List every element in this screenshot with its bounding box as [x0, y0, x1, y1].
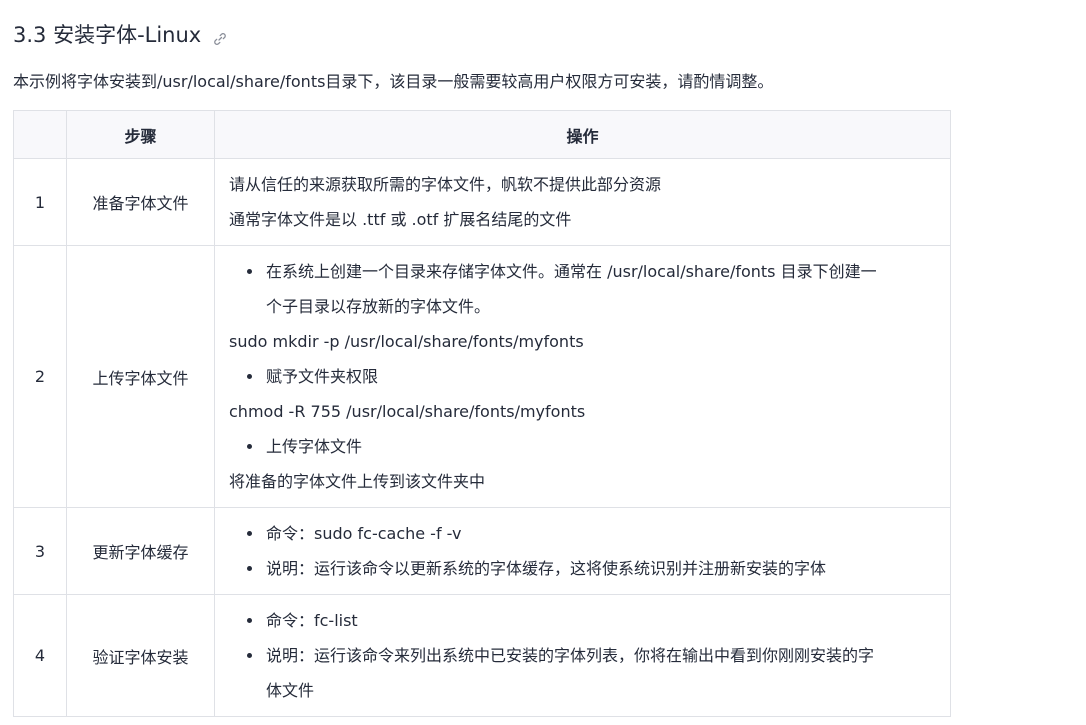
operation-cell: 命令：sudo fc-cache -f -v 说明：运行该命令以更新系统的字体缓…	[214, 507, 951, 595]
bullet-item: 命令：fc-list	[229, 603, 938, 638]
bullet-item: 上传字体文件	[229, 429, 938, 464]
bullet-text-continued: 个子目录以存放新的字体文件。	[266, 297, 491, 316]
table-row: 4 验证字体安装 命令：fc-list 说明：运行该命令来列出系统中已安装的字体…	[13, 594, 951, 717]
steps-table: 步骤 操作 1 准备字体文件 请从信任的来源获取所需的字体文件，帆软不提供此部分…	[13, 110, 951, 717]
operation-cell: 在系统上创建一个目录来存储字体文件。通常在 /usr/local/share/f…	[214, 245, 951, 508]
header-index	[13, 110, 67, 159]
operation-text: 通常字体文件是以 .ttf 或 .otf 扩展名结尾的文件	[229, 210, 572, 229]
operation-cell: 命令：fc-list 说明：运行该命令来列出系统中已安装的字体列表，你将在输出中…	[214, 594, 951, 717]
command-text: chmod -R 755 /usr/local/share/fonts/myfo…	[229, 402, 586, 421]
bullet-item: 说明：运行该命令以更新系统的字体缓存，这将使系统识别并注册新安装的字体	[229, 551, 938, 586]
row-number: 4	[13, 594, 67, 717]
bullet-item: 赋予文件夹权限	[229, 359, 938, 394]
table-row: 1 准备字体文件 请从信任的来源获取所需的字体文件，帆软不提供此部分资源 通常字…	[13, 158, 951, 246]
operation-text: 请从信任的来源获取所需的字体文件，帆软不提供此部分资源	[229, 175, 662, 194]
bullet-text: 在系统上创建一个目录来存储字体文件。通常在 /usr/local/share/f…	[266, 262, 877, 281]
header-operation: 操作	[214, 110, 951, 159]
step-name: 上传字体文件	[66, 245, 215, 508]
table-row: 2 上传字体文件 在系统上创建一个目录来存储字体文件。通常在 /usr/loca…	[13, 245, 951, 508]
operation-cell: 请从信任的来源获取所需的字体文件，帆软不提供此部分资源 通常字体文件是以 .tt…	[214, 158, 951, 246]
command-text: sudo mkdir -p /usr/local/share/fonts/myf…	[229, 332, 584, 351]
header-step: 步骤	[66, 110, 215, 159]
row-number: 2	[13, 245, 67, 508]
bullet-text: 说明：运行该命令来列出系统中已安装的字体列表，你将在输出中看到你刚刚安装的字	[266, 646, 875, 665]
link-icon[interactable]	[213, 27, 227, 45]
section-title: 3.3 安装字体-Linux	[13, 23, 202, 47]
bullet-text-continued: 体文件	[266, 681, 315, 700]
row-number: 1	[13, 158, 67, 246]
row-number: 3	[13, 507, 67, 595]
bullet-item: 在系统上创建一个目录来存储字体文件。通常在 /usr/local/share/f…	[229, 254, 938, 324]
table-header-row: 步骤 操作	[13, 110, 951, 159]
step-name: 验证字体安装	[66, 594, 215, 717]
table-row: 3 更新字体缓存 命令：sudo fc-cache -f -v 说明：运行该命令…	[13, 507, 951, 595]
bullet-item: 命令：sudo fc-cache -f -v	[229, 516, 938, 551]
bullet-item: 说明：运行该命令来列出系统中已安装的字体列表，你将在输出中看到你刚刚安装的字 体…	[229, 638, 938, 708]
operation-text: 将准备的字体文件上传到该文件夹中	[229, 472, 486, 491]
section-heading: 3.3 安装字体-Linux	[13, 18, 227, 50]
intro-paragraph: 本示例将字体安装到/usr/local/share/fonts目录下，该目录一般…	[13, 72, 774, 91]
step-name: 更新字体缓存	[66, 507, 215, 595]
step-name: 准备字体文件	[66, 158, 215, 246]
